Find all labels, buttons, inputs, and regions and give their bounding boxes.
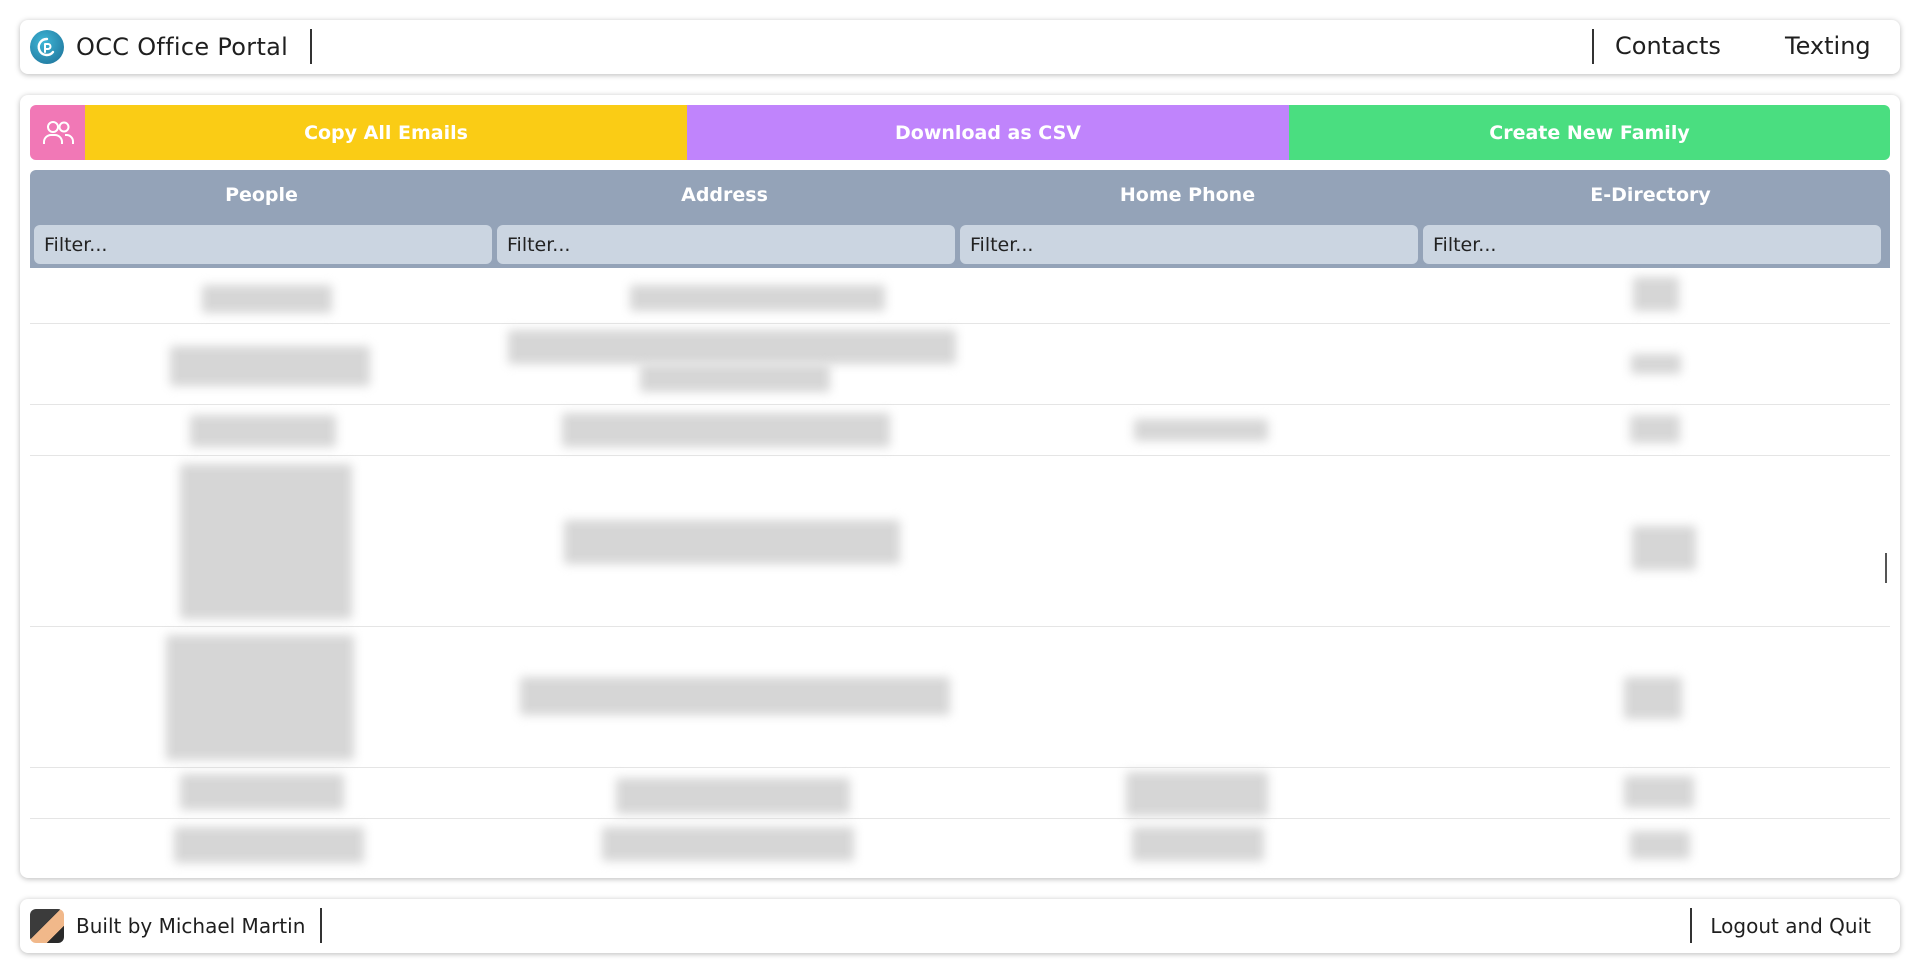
redacted-cell [508,330,956,364]
app-title: OCC Office Portal [76,33,289,61]
address-filter-input[interactable] [497,225,955,264]
author-avatar [30,909,64,943]
redacted-cell [1633,277,1679,311]
table-header: People Address Home Phone E-Directory [30,170,1890,268]
brand-divider [310,29,312,64]
redacted-cell [1624,776,1694,808]
nav-texting[interactable]: Texting [1785,32,1871,60]
redacted-cell [1630,415,1680,443]
table-row[interactable] [30,768,1890,819]
copy-all-emails-button[interactable]: Copy All Emails [85,105,687,160]
create-new-family-button[interactable]: Create New Family [1289,105,1890,160]
redacted-cell [202,285,332,313]
redacted-cell [564,520,900,564]
redacted-cell [1632,526,1696,570]
table-row[interactable] [30,324,1890,405]
table-row[interactable] [30,456,1890,627]
e-directory-filter-input[interactable] [1423,225,1881,264]
redacted-cell [1126,772,1268,816]
contacts-table-body [30,273,1890,870]
download-csv-button[interactable]: Download as CSV [687,105,1289,160]
footer-bar: Built by Michael Martin Logout and Quit [20,899,1900,953]
action-bar: Copy All Emails Download as CSV Create N… [30,105,1890,160]
footer-divider-left [320,908,322,943]
column-header-address[interactable]: Address [493,184,956,206]
contacts-panel: Copy All Emails Download as CSV Create N… [20,95,1900,878]
redacted-cell [640,364,830,392]
nav-divider [1592,29,1594,64]
redacted-cell [1132,827,1264,861]
column-header-people[interactable]: People [30,184,493,206]
redacted-cell [190,415,336,447]
redacted-cell [174,827,364,863]
redacted-cell [562,413,890,447]
redacted-cell [170,346,370,386]
brand[interactable]: OCC Office Portal [30,30,288,64]
redacted-cell [616,778,850,814]
redacted-cell [1624,677,1682,719]
table-row[interactable] [30,273,1890,324]
redacted-cell [180,464,352,619]
home-phone-filter-input[interactable] [960,225,1418,264]
logout-button[interactable]: Logout and Quit [1710,914,1871,938]
redacted-cell [1630,831,1690,859]
redacted-cell [180,774,344,810]
redacted-cell [520,677,950,715]
people-filter-input[interactable] [34,225,492,264]
nav-contacts[interactable]: Contacts [1615,32,1721,60]
redacted-cell [1134,419,1268,441]
redacted-cell [630,285,885,311]
portal-logo-icon [30,30,64,64]
users-icon[interactable] [30,105,85,160]
column-header-home-phone[interactable]: Home Phone [956,184,1419,206]
redacted-cell [1631,354,1681,374]
table-row[interactable] [30,405,1890,456]
footer-divider-right [1690,908,1692,943]
column-header-e-directory[interactable]: E-Directory [1419,184,1882,206]
top-navbar: OCC Office Portal Contacts Texting [20,20,1900,74]
redacted-cell [166,635,354,760]
table-row[interactable] [30,819,1890,870]
scrollbar-thumb[interactable] [1885,553,1887,583]
table-row[interactable] [30,627,1890,768]
redacted-cell [602,827,854,861]
built-by-text: Built by Michael Martin [76,914,306,938]
